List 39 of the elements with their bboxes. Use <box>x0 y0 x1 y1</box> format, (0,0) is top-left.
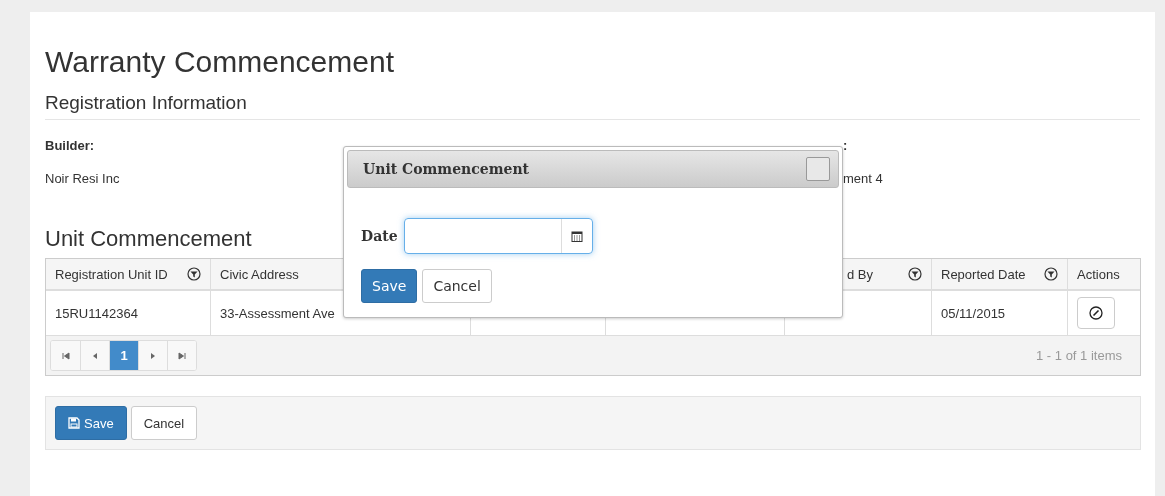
table-cell: 05/11/2015 <box>941 305 1006 321</box>
table-cell: 15RU1142364 <box>55 305 138 321</box>
field-label: : <box>843 138 848 155</box>
field-value: Noir Resi Inc <box>45 171 120 186</box>
compass-icon <box>1089 306 1103 320</box>
previous-icon <box>92 351 98 360</box>
column-header[interactable]: Reported Date <box>941 266 1026 282</box>
dialog-title: Unit Commencement <box>363 161 530 177</box>
close-button[interactable] <box>806 157 830 181</box>
cancel-button[interactable]: Cancel <box>422 269 492 303</box>
page-button[interactable]: 1 <box>109 341 138 370</box>
edit-button[interactable] <box>1077 297 1115 329</box>
column-header[interactable]: Registration Unit ID <box>55 266 168 282</box>
save-button[interactable]: Save <box>361 269 418 303</box>
field-label: Builder: <box>45 138 95 155</box>
pager-summary: 1 - 1 of 1 items <box>1036 348 1122 363</box>
column-header[interactable]: Civic Address <box>220 266 299 282</box>
last-icon <box>178 351 186 360</box>
next-page-button[interactable] <box>138 341 167 370</box>
save-button[interactable]: Save <box>55 406 127 440</box>
column-header[interactable]: d By <box>847 266 873 282</box>
next-icon <box>150 351 156 360</box>
last-page-button[interactable] <box>167 341 196 370</box>
table-cell: 33-Assessment Ave <box>220 305 335 321</box>
grid-title: Unit Commencement <box>45 226 252 252</box>
filter-icon[interactable] <box>187 267 201 281</box>
field-value: ment 4 <box>843 171 883 186</box>
filter-icon[interactable] <box>1044 267 1058 281</box>
page-title: Warranty Commencement <box>45 44 395 80</box>
date-label: Date <box>361 228 398 244</box>
section-title: Registration Information <box>45 92 1140 120</box>
previous-page-button[interactable] <box>80 341 109 370</box>
first-page-button[interactable] <box>51 341 80 370</box>
cancel-button[interactable]: Cancel <box>130 406 198 440</box>
date-field[interactable] <box>403 218 593 254</box>
filter-icon[interactable] <box>908 267 922 281</box>
calendar-icon <box>570 230 583 242</box>
first-icon <box>61 351 70 360</box>
column-header[interactable]: Actions <box>1077 266 1120 282</box>
